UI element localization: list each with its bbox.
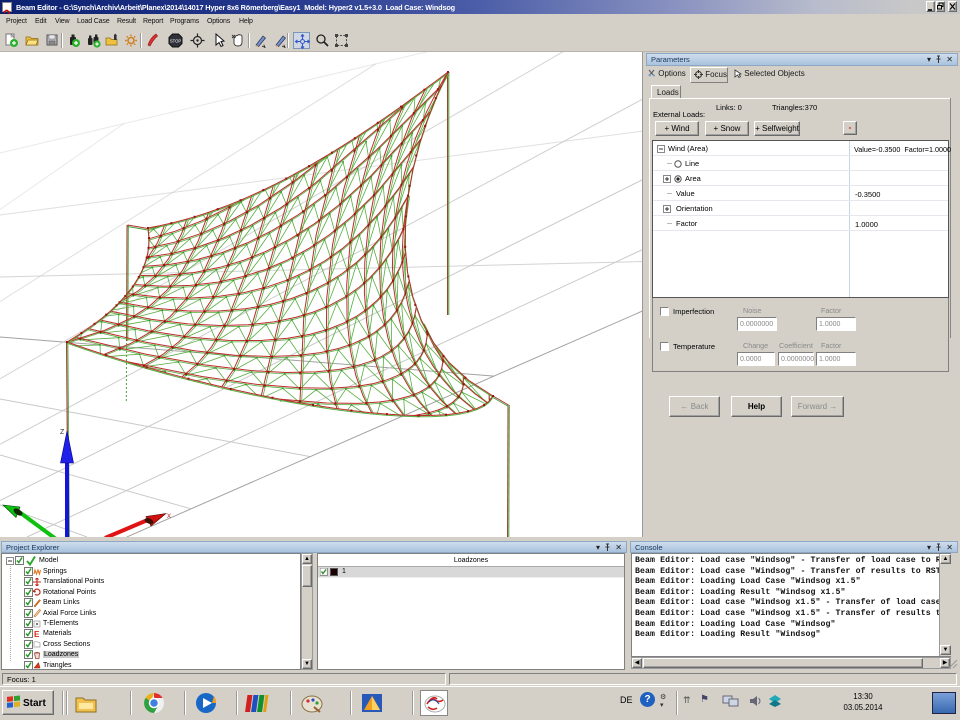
svg-text:E: E: [34, 630, 40, 638]
svg-text:STOP: STOP: [170, 39, 182, 44]
svg-text:Z: Z: [60, 429, 65, 436]
svg-text:x: x: [167, 511, 171, 520]
